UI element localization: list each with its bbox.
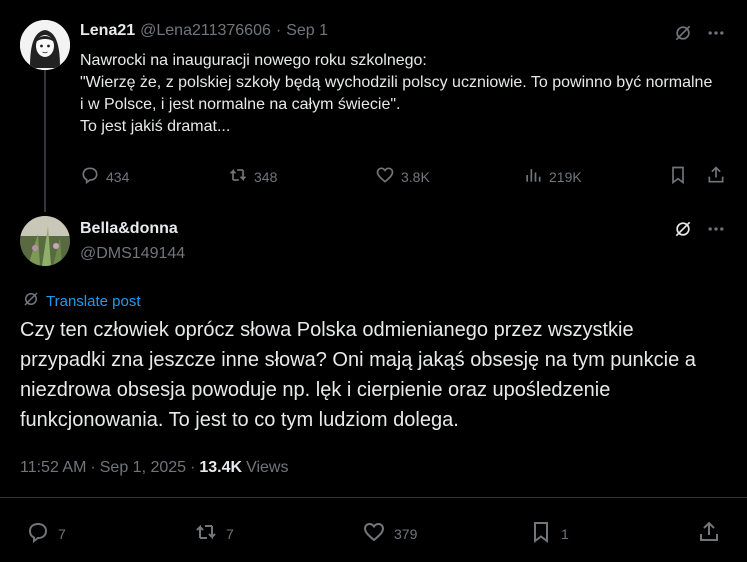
separator-dot: · <box>275 22 282 39</box>
share-icon[interactable] <box>706 165 726 190</box>
parent-date[interactable]: Sep 1 <box>286 22 328 40</box>
reply-icon <box>80 165 100 188</box>
reply-date[interactable]: Sep 1, 2025 <box>100 459 186 477</box>
parent-text: Nawrocki na inauguracji nowego roku szko… <box>80 52 713 135</box>
reply-bookmark-button[interactable]: 1 <box>529 520 569 547</box>
reply-display-name[interactable]: Bella&donna <box>80 220 178 238</box>
reply-text: Czy ten człowiek oprócz słowa Polska odm… <box>20 319 696 431</box>
parent-repost-count: 348 <box>254 168 278 185</box>
reply-reply-count: 7 <box>58 525 66 542</box>
parent-reply-button[interactable]: 434 <box>80 165 129 188</box>
grok-icon[interactable] <box>673 23 693 48</box>
reply-avatar[interactable] <box>20 216 70 266</box>
thread-line <box>44 70 46 212</box>
share-icon[interactable] <box>697 520 721 549</box>
reply-time[interactable]: 11:52 AM <box>20 459 86 477</box>
parent-views-button[interactable]: 219K <box>523 165 582 188</box>
reply-like-count: 379 <box>394 525 418 542</box>
parent-display-name[interactable]: Lena21 <box>80 22 135 40</box>
like-icon <box>375 165 395 188</box>
reply-bookmark-count: 1 <box>561 525 569 542</box>
more-icon[interactable] <box>706 219 726 244</box>
repost-icon <box>228 165 248 188</box>
parent-handle[interactable]: @Lena211376606 <box>140 22 271 40</box>
reply-like-button[interactable]: 379 <box>362 520 417 547</box>
reply-repost-count: 7 <box>226 525 234 542</box>
parent-reply-count: 434 <box>106 168 130 185</box>
bookmark-icon[interactable] <box>668 165 688 190</box>
reply-handle[interactable]: @DMS149144 <box>80 245 185 263</box>
parent-views-count: 219K <box>549 168 582 185</box>
reply-repost-button[interactable]: 7 <box>194 520 234 547</box>
reply-views-label: Views <box>246 459 289 476</box>
parent-like-count: 3.8K <box>401 168 430 185</box>
grok-icon[interactable] <box>673 219 693 244</box>
reply-meta: 11:52 AM · Sep 1, 2025 · 13.4K Views <box>20 459 289 477</box>
more-icon[interactable] <box>706 23 726 48</box>
views-icon <box>523 165 543 188</box>
parent-avatar[interactable] <box>20 20 70 70</box>
translate-label: Translate post <box>46 292 141 310</box>
translate-post-link[interactable]: Translate post <box>22 290 141 312</box>
parent-repost-button[interactable]: 348 <box>228 165 277 188</box>
translate-icon <box>22 290 40 312</box>
parent-like-button[interactable]: 3.8K <box>375 165 430 188</box>
repost-icon <box>194 520 218 547</box>
divider <box>0 497 747 498</box>
reply-icon <box>26 520 50 547</box>
like-icon <box>362 520 386 547</box>
reply-views-count: 13.4K <box>199 459 243 476</box>
reply-reply-button[interactable]: 7 <box>26 520 66 547</box>
bookmark-icon <box>529 520 553 547</box>
